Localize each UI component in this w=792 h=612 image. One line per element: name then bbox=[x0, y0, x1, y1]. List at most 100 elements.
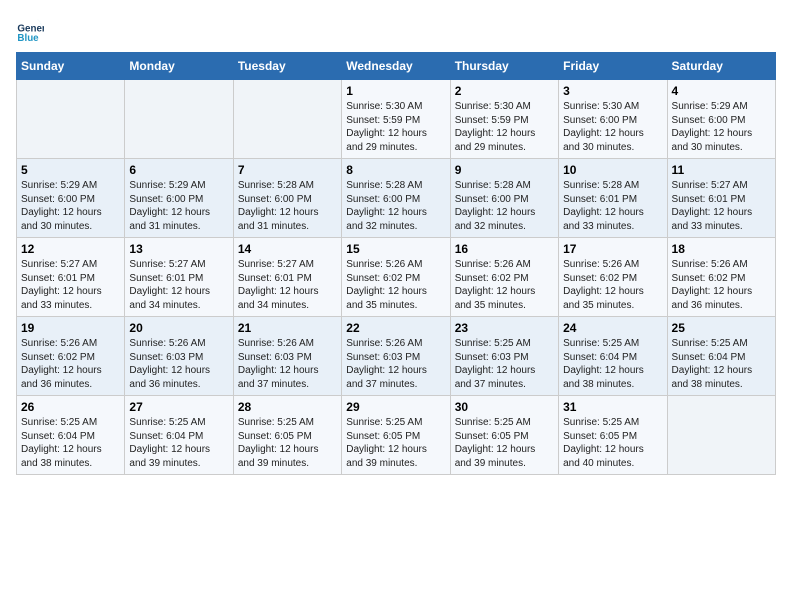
day-info: Sunrise: 5:26 AM Sunset: 6:02 PM Dayligh… bbox=[563, 258, 662, 312]
svg-text:Blue: Blue bbox=[17, 33, 39, 44]
day-number: 31 bbox=[563, 400, 662, 414]
day-info: Sunrise: 5:27 AM Sunset: 6:01 PM Dayligh… bbox=[672, 179, 771, 233]
day-info: Sunrise: 5:29 AM Sunset: 6:00 PM Dayligh… bbox=[672, 100, 771, 154]
calendar-cell: 4 Sunrise: 5:29 AM Sunset: 6:00 PM Daylig… bbox=[667, 80, 775, 159]
day-number: 17 bbox=[563, 242, 662, 256]
calendar-cell bbox=[667, 396, 775, 475]
calendar-cell: 18 Sunrise: 5:26 AM Sunset: 6:02 PM Dayli… bbox=[667, 238, 775, 317]
calendar-cell bbox=[233, 80, 341, 159]
day-number: 28 bbox=[238, 400, 337, 414]
day-number: 29 bbox=[346, 400, 445, 414]
day-number: 24 bbox=[563, 321, 662, 335]
calendar-week-3: 12 Sunrise: 5:27 AM Sunset: 6:01 PM Dayli… bbox=[17, 238, 776, 317]
day-info: Sunrise: 5:26 AM Sunset: 6:03 PM Dayligh… bbox=[346, 337, 445, 391]
day-number: 25 bbox=[672, 321, 771, 335]
day-info: Sunrise: 5:28 AM Sunset: 6:00 PM Dayligh… bbox=[346, 179, 445, 233]
calendar-cell: 6Sunrise: 5:29 AM Sunset: 6:00 PM Daylig… bbox=[125, 159, 233, 238]
calendar-cell: 17 Sunrise: 5:26 AM Sunset: 6:02 PM Dayli… bbox=[559, 238, 667, 317]
calendar-cell: 1 Sunrise: 5:30 AM Sunset: 5:59 PM Daylig… bbox=[342, 80, 450, 159]
calendar-cell: 23 Sunrise: 5:25 AM Sunset: 6:03 PM Dayli… bbox=[450, 317, 558, 396]
logo-icon: General Blue bbox=[16, 16, 44, 44]
header-day-monday: Monday bbox=[125, 53, 233, 80]
day-info: Sunrise: 5:30 AM Sunset: 5:59 PM Dayligh… bbox=[346, 100, 445, 154]
calendar-cell: 26 Sunrise: 5:25 AM Sunset: 6:04 PM Dayli… bbox=[17, 396, 125, 475]
calendar-cell: 27 Sunrise: 5:25 AM Sunset: 6:04 PM Dayli… bbox=[125, 396, 233, 475]
header-day-thursday: Thursday bbox=[450, 53, 558, 80]
header-day-wednesday: Wednesday bbox=[342, 53, 450, 80]
day-number: 23 bbox=[455, 321, 554, 335]
day-info: Sunrise: 5:28 AM Sunset: 6:00 PM Dayligh… bbox=[238, 179, 337, 233]
day-info: Sunrise: 5:30 AM Sunset: 5:59 PM Dayligh… bbox=[455, 100, 554, 154]
day-number: 16 bbox=[455, 242, 554, 256]
day-info: Sunrise: 5:29 AM Sunset: 6:00 PM Dayligh… bbox=[129, 179, 228, 233]
calendar-cell: 5 Sunrise: 5:29 AM Sunset: 6:00 PM Daylig… bbox=[17, 159, 125, 238]
calendar-cell: 19 Sunrise: 5:26 AM Sunset: 6:02 PM Dayli… bbox=[17, 317, 125, 396]
day-info: Sunrise: 5:26 AM Sunset: 6:02 PM Dayligh… bbox=[455, 258, 554, 312]
day-info: Sunrise: 5:25 AM Sunset: 6:04 PM Dayligh… bbox=[21, 416, 120, 470]
header-day-tuesday: Tuesday bbox=[233, 53, 341, 80]
calendar-cell: 29 Sunrise: 5:25 AM Sunset: 6:05 PM Dayli… bbox=[342, 396, 450, 475]
day-number: 19 bbox=[21, 321, 120, 335]
calendar-cell bbox=[17, 80, 125, 159]
day-info: Sunrise: 5:25 AM Sunset: 6:04 PM Dayligh… bbox=[129, 416, 228, 470]
day-info: Sunrise: 5:26 AM Sunset: 6:02 PM Dayligh… bbox=[672, 258, 771, 312]
day-number: 30 bbox=[455, 400, 554, 414]
calendar-week-2: 5 Sunrise: 5:29 AM Sunset: 6:00 PM Daylig… bbox=[17, 159, 776, 238]
calendar-week-1: 1 Sunrise: 5:30 AM Sunset: 5:59 PM Daylig… bbox=[17, 80, 776, 159]
calendar-cell: 9 Sunrise: 5:28 AM Sunset: 6:00 PM Daylig… bbox=[450, 159, 558, 238]
calendar-cell: 12Sunrise: 5:27 AM Sunset: 6:01 PM Dayli… bbox=[17, 238, 125, 317]
day-number: 26 bbox=[21, 400, 120, 414]
day-number: 11 bbox=[672, 163, 771, 177]
day-info: Sunrise: 5:25 AM Sunset: 6:04 PM Dayligh… bbox=[563, 337, 662, 391]
day-info: Sunrise: 5:25 AM Sunset: 6:05 PM Dayligh… bbox=[455, 416, 554, 470]
calendar-cell: 8 Sunrise: 5:28 AM Sunset: 6:00 PM Daylig… bbox=[342, 159, 450, 238]
header-day-sunday: Sunday bbox=[17, 53, 125, 80]
day-info: Sunrise: 5:27 AM Sunset: 6:01 PM Dayligh… bbox=[129, 258, 228, 312]
calendar-cell: 30 Sunrise: 5:25 AM Sunset: 6:05 PM Dayli… bbox=[450, 396, 558, 475]
calendar-cell: 11 Sunrise: 5:27 AM Sunset: 6:01 PM Dayli… bbox=[667, 159, 775, 238]
header-day-friday: Friday bbox=[559, 53, 667, 80]
day-number: 5 bbox=[21, 163, 120, 177]
day-number: 2 bbox=[455, 84, 554, 98]
day-number: 7 bbox=[238, 163, 337, 177]
day-number: 1 bbox=[346, 84, 445, 98]
calendar-cell: 7 Sunrise: 5:28 AM Sunset: 6:00 PM Daylig… bbox=[233, 159, 341, 238]
day-info: Sunrise: 5:25 AM Sunset: 6:05 PM Dayligh… bbox=[346, 416, 445, 470]
calendar-cell: 20 Sunrise: 5:26 AM Sunset: 6:03 PM Dayli… bbox=[125, 317, 233, 396]
header-day-saturday: Saturday bbox=[667, 53, 775, 80]
calendar-week-5: 26 Sunrise: 5:25 AM Sunset: 6:04 PM Dayli… bbox=[17, 396, 776, 475]
day-number: 22 bbox=[346, 321, 445, 335]
logo: General Blue bbox=[16, 16, 48, 44]
calendar-cell: 25 Sunrise: 5:25 AM Sunset: 6:04 PM Dayli… bbox=[667, 317, 775, 396]
calendar-cell: 16 Sunrise: 5:26 AM Sunset: 6:02 PM Dayli… bbox=[450, 238, 558, 317]
day-number: 15 bbox=[346, 242, 445, 256]
day-number: 8 bbox=[346, 163, 445, 177]
day-info: Sunrise: 5:25 AM Sunset: 6:04 PM Dayligh… bbox=[672, 337, 771, 391]
day-number: 27 bbox=[129, 400, 228, 414]
calendar-cell: 24 Sunrise: 5:25 AM Sunset: 6:04 PM Dayli… bbox=[559, 317, 667, 396]
day-number: 4 bbox=[672, 84, 771, 98]
day-info: Sunrise: 5:25 AM Sunset: 6:05 PM Dayligh… bbox=[563, 416, 662, 470]
calendar-cell: 28Sunrise: 5:25 AM Sunset: 6:05 PM Dayli… bbox=[233, 396, 341, 475]
day-info: Sunrise: 5:25 AM Sunset: 6:03 PM Dayligh… bbox=[455, 337, 554, 391]
day-info: Sunrise: 5:26 AM Sunset: 6:02 PM Dayligh… bbox=[21, 337, 120, 391]
day-info: Sunrise: 5:29 AM Sunset: 6:00 PM Dayligh… bbox=[21, 179, 120, 233]
calendar-header-row: SundayMondayTuesdayWednesdayThursdayFrid… bbox=[17, 53, 776, 80]
day-number: 18 bbox=[672, 242, 771, 256]
calendar-cell: 21Sunrise: 5:26 AM Sunset: 6:03 PM Dayli… bbox=[233, 317, 341, 396]
calendar-cell: 3 Sunrise: 5:30 AM Sunset: 6:00 PM Daylig… bbox=[559, 80, 667, 159]
day-info: Sunrise: 5:28 AM Sunset: 6:00 PM Dayligh… bbox=[455, 179, 554, 233]
day-info: Sunrise: 5:26 AM Sunset: 6:03 PM Dayligh… bbox=[238, 337, 337, 391]
calendar-cell bbox=[125, 80, 233, 159]
day-info: Sunrise: 5:28 AM Sunset: 6:01 PM Dayligh… bbox=[563, 179, 662, 233]
day-info: Sunrise: 5:26 AM Sunset: 6:03 PM Dayligh… bbox=[129, 337, 228, 391]
day-number: 9 bbox=[455, 163, 554, 177]
day-info: Sunrise: 5:30 AM Sunset: 6:00 PM Dayligh… bbox=[563, 100, 662, 154]
day-number: 3 bbox=[563, 84, 662, 98]
day-number: 20 bbox=[129, 321, 228, 335]
calendar-cell: 22 Sunrise: 5:26 AM Sunset: 6:03 PM Dayli… bbox=[342, 317, 450, 396]
day-number: 10 bbox=[563, 163, 662, 177]
calendar-cell: 15Sunrise: 5:26 AM Sunset: 6:02 PM Dayli… bbox=[342, 238, 450, 317]
day-number: 12 bbox=[21, 242, 120, 256]
day-number: 13 bbox=[129, 242, 228, 256]
